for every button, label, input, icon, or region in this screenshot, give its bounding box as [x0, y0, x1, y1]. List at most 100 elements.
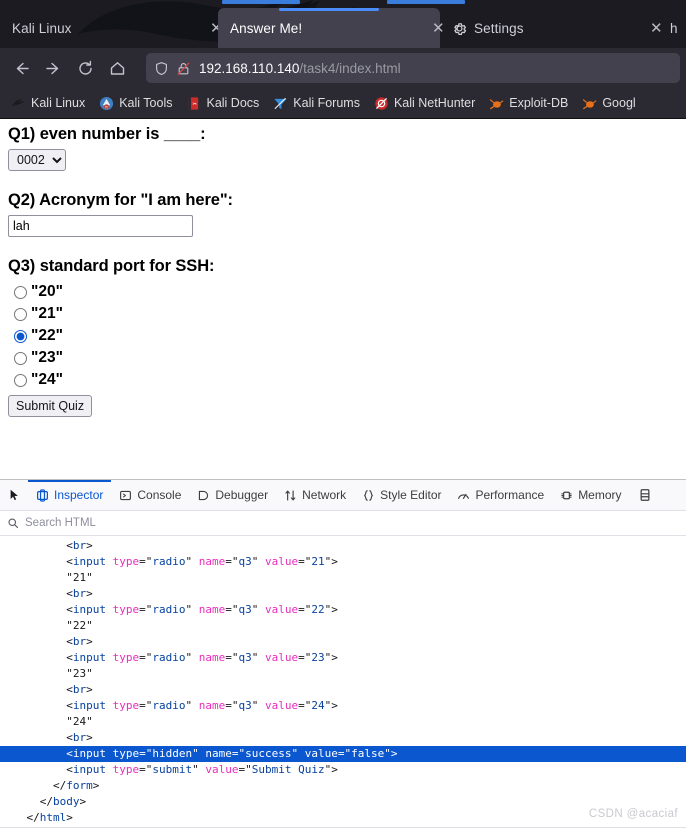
- markup-line[interactable]: <br>: [0, 586, 686, 602]
- markup-line[interactable]: <input type="radio" name="q3" value="23"…: [0, 650, 686, 666]
- tab-close-icon[interactable]: ✕: [632, 21, 663, 36]
- markup-line[interactable]: <br>: [0, 682, 686, 698]
- devtools-tab-debugger[interactable]: Debugger: [189, 480, 276, 510]
- q3-radio-24[interactable]: [14, 373, 27, 387]
- url-address-bar[interactable]: 192.168.110.140/task4/index.html: [146, 53, 680, 83]
- devtools-tab-inspector[interactable]: Inspector: [28, 480, 112, 510]
- devtools-tab-performance[interactable]: Performance: [449, 480, 552, 510]
- q2-text-input[interactable]: [8, 215, 193, 237]
- devtools-tab-network[interactable]: Network: [276, 480, 354, 510]
- q3-radio-label: "24": [31, 371, 63, 388]
- tab-strip: Kali Linux ✕ Answer Me! ✕ Settings ✕ h: [0, 0, 686, 48]
- devtools-tab-label: Inspector: [54, 488, 104, 502]
- q3-radio-row[interactable]: "20": [8, 281, 678, 303]
- devtools-tab-label: Network: [302, 488, 347, 502]
- browser-tab-kali-linux[interactable]: Kali Linux ✕: [0, 8, 223, 48]
- tab-close-icon[interactable]: ✕: [192, 21, 223, 36]
- gear-icon: [454, 22, 467, 35]
- markup-line[interactable]: </body>: [0, 794, 686, 810]
- markup-line[interactable]: "22": [0, 618, 686, 634]
- devtools-toolbar: Inspector Console Debugger Network Style…: [0, 480, 686, 511]
- q3-radio-20[interactable]: [14, 285, 27, 299]
- markup-line[interactable]: <input type="radio" name="q3" value="24"…: [0, 698, 686, 714]
- q1-select[interactable]: 0002: [8, 149, 66, 171]
- browser-tab-settings[interactable]: Settings ✕: [440, 8, 663, 48]
- q3-radio-row[interactable]: "21": [8, 303, 678, 325]
- performance-icon: [458, 493, 470, 499]
- console-icon: [120, 490, 132, 500]
- bookmark-google-hacking-db[interactable]: Googl: [575, 94, 642, 113]
- q3-radio-label: "20": [31, 283, 63, 300]
- markup-line[interactable]: <br>: [0, 730, 686, 746]
- q3-radio-21[interactable]: [14, 307, 27, 321]
- devtools-tab-memory[interactable]: Memory: [552, 480, 629, 510]
- home-button[interactable]: [102, 53, 132, 83]
- q3-radio-22[interactable]: [14, 329, 27, 343]
- bookmarks-bar: Kali Linux π Kali Tools ✂ Kali Docs Kali…: [0, 88, 686, 119]
- submit-quiz-button[interactable]: Submit Quiz: [8, 395, 93, 417]
- bookmark-label: Googl: [602, 96, 636, 110]
- devtools-search-placeholder: Search HTML: [25, 517, 96, 529]
- url-host: 192.168.110.140: [199, 60, 300, 76]
- kali-docs-icon: ✂: [189, 96, 199, 110]
- q3-radio-row[interactable]: "23": [8, 347, 678, 369]
- q3-radio-row[interactable]: "22": [8, 325, 678, 347]
- bookmark-label: Kali Docs: [206, 96, 260, 110]
- memory-icon: [561, 491, 572, 499]
- kali-forums-icon: [274, 97, 287, 109]
- markup-line[interactable]: <br>: [0, 634, 686, 650]
- devtools-tab-label: Performance: [475, 488, 545, 502]
- tab-close-icon[interactable]: ✕: [414, 21, 445, 36]
- bookmark-kali-docs[interactable]: ✂ Kali Docs: [179, 94, 266, 113]
- markup-line[interactable]: <input type="radio" name="q3" value="22"…: [0, 602, 686, 618]
- element-picker-icon[interactable]: [2, 480, 28, 510]
- q3-radio-label: "23": [31, 349, 63, 366]
- inspector-icon: [37, 488, 48, 502]
- back-button[interactable]: [6, 53, 36, 83]
- devtools-tab-label: Debugger: [215, 488, 269, 502]
- navigation-toolbar: 192.168.110.140/task4/index.html: [0, 48, 686, 88]
- exploit-db-icon: [490, 98, 504, 109]
- q3-radio-row[interactable]: "24": [8, 369, 678, 391]
- markup-line[interactable]: "23": [0, 666, 686, 682]
- bookmark-label: Kali Forums: [293, 96, 360, 110]
- bookmark-exploit-db[interactable]: Exploit-DB: [482, 94, 575, 113]
- bookmark-kali-linux[interactable]: Kali Linux: [4, 94, 92, 113]
- lock-crossed-icon[interactable]: [176, 61, 191, 76]
- bookmark-kali-nethunter[interactable]: Kali NetHunter: [367, 94, 482, 113]
- bookmark-kali-forums[interactable]: Kali Forums: [266, 94, 367, 113]
- shield-icon[interactable]: [154, 61, 169, 76]
- markup-line[interactable]: <input type="submit" value="Submit Quiz"…: [0, 762, 686, 778]
- q3-radio-23[interactable]: [14, 351, 27, 365]
- browser-tab-partial[interactable]: h: [658, 8, 686, 48]
- question-3-block: Q3) standard port for SSH: "20" "21" "22…: [8, 257, 678, 417]
- devtools-search-bar[interactable]: Search HTML: [0, 511, 686, 536]
- markup-line[interactable]: <input type="hidden" name="success" valu…: [0, 746, 686, 762]
- storage-icon[interactable]: [632, 480, 658, 510]
- html-markup-view[interactable]: <br> <input type="radio" name="q3" value…: [0, 536, 686, 828]
- markup-line[interactable]: </html>: [0, 810, 686, 826]
- markup-line[interactable]: <br>: [0, 538, 686, 554]
- tab-indicator-1: [222, 0, 300, 4]
- bookmark-kali-tools[interactable]: π Kali Tools: [92, 94, 179, 113]
- q3-radio-label: "21": [31, 305, 63, 322]
- devtools-tab-console[interactable]: Console: [111, 480, 189, 510]
- markup-line[interactable]: <input type="radio" name="q3" value="21"…: [0, 554, 686, 570]
- web-page-content: Q1) even number is ____: 0002 Q2) Acrony…: [0, 119, 686, 479]
- reload-button[interactable]: [70, 53, 100, 83]
- tab-title: Answer Me!: [230, 20, 303, 36]
- markup-line[interactable]: "24": [0, 714, 686, 730]
- devtools-tab-label: Style Editor: [380, 488, 442, 502]
- markup-line[interactable]: "21": [0, 570, 686, 586]
- devtools-panel: Inspector Console Debugger Network Style…: [0, 479, 686, 828]
- question-1-block: Q1) even number is ____: 0002: [8, 125, 678, 171]
- bookmark-label: Kali NetHunter: [393, 96, 476, 110]
- forward-button[interactable]: [38, 53, 68, 83]
- markup-line[interactable]: </form>: [0, 778, 686, 794]
- browser-chrome: Kali Linux ✕ Answer Me! ✕ Settings ✕ h 1…: [0, 0, 686, 119]
- question-2-label: Q2) Acronym for "I am here":: [8, 191, 233, 209]
- devtools-status-bar: [0, 827, 686, 834]
- q3-radio-label: "22": [31, 327, 63, 344]
- browser-tab-answer-me[interactable]: Answer Me! ✕: [218, 8, 445, 48]
- devtools-tab-style-editor[interactable]: Style Editor: [354, 480, 449, 510]
